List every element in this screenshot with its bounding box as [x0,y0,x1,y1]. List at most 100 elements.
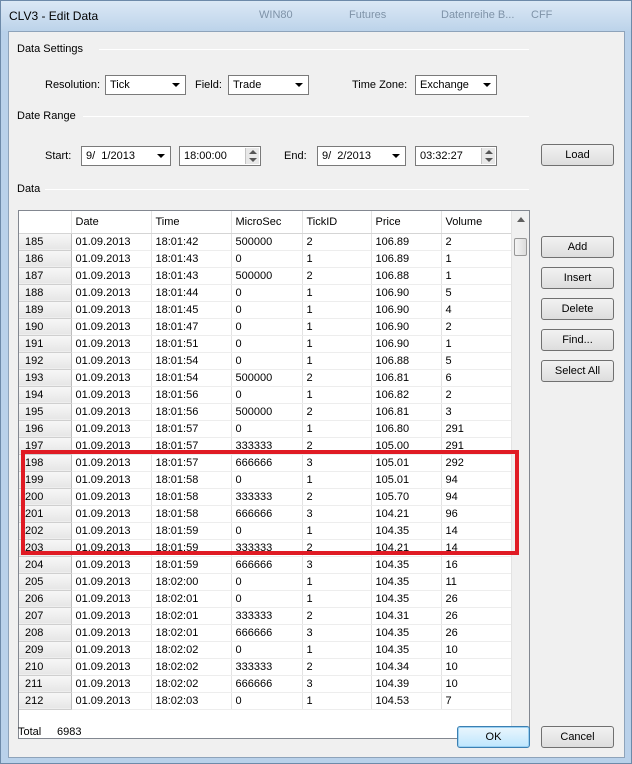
table-cell[interactable]: 1 [302,692,372,710]
table-cell[interactable]: 01.09.2013 [71,420,152,438]
table-row[interactable]: 209 01.09.2013 18:02:02 0 1 104.35 10 [19,641,512,659]
table-cell[interactable]: 01.09.2013 [71,556,152,574]
table-cell[interactable]: 01.09.2013 [71,284,152,302]
table-cell[interactable]: 01.09.2013 [71,573,152,591]
table-row[interactable]: 207 01.09.2013 18:02:01 333333 2 104.31 26 [19,607,512,625]
table-cell[interactable]: 18:01:56 [151,386,232,404]
table-cell[interactable]: 104.39 [371,675,442,693]
table-cell[interactable]: 106.81 [371,403,442,421]
table-cell[interactable]: 01.09.2013 [71,386,152,404]
table-cell[interactable]: 500000 [231,403,303,421]
table-cell[interactable]: 18:01:58 [151,471,232,489]
table-cell[interactable]: 2 [302,488,372,506]
table-cell[interactable]: 104.31 [371,607,442,625]
table-row[interactable]: 188 01.09.2013 18:01:44 0 1 106.90 5 [19,284,512,302]
table-cell[interactable]: 0 [231,420,303,438]
table-cell[interactable]: 01.09.2013 [71,658,152,676]
table-cell[interactable]: 18:01:59 [151,522,232,540]
row-header[interactable]: 201 [19,505,72,523]
row-header[interactable]: 197 [19,437,72,455]
table-row[interactable]: 197 01.09.2013 18:01:57 333333 2 105.00 291 [19,437,512,455]
table-row[interactable]: 200 01.09.2013 18:01:58 333333 2 105.70 94 [19,488,512,506]
field-select[interactable]: Trade [228,75,309,95]
table-cell[interactable]: 96 [441,505,512,523]
table-cell[interactable]: 5 [441,284,512,302]
table-cell[interactable]: 106.90 [371,335,442,353]
find-button[interactable]: Find... [541,329,614,351]
table-cell[interactable]: 1 [302,301,372,319]
table-cell[interactable]: 6 [441,369,512,387]
table-cell[interactable]: 3 [441,403,512,421]
insert-button[interactable]: Insert [541,267,614,289]
table-cell[interactable]: 01.09.2013 [71,335,152,353]
table-cell[interactable]: 18:02:02 [151,675,232,693]
table-cell[interactable]: 105.00 [371,437,442,455]
start-time-field[interactable]: 18:00:00 [179,146,261,166]
row-header[interactable]: 209 [19,641,72,659]
table-row[interactable]: 208 01.09.2013 18:02:01 666666 3 104.35 26 [19,624,512,642]
table-cell[interactable]: 2 [441,233,512,251]
end-time-field[interactable]: 03:32:27 [415,146,497,166]
table-cell[interactable]: 01.09.2013 [71,301,152,319]
column-header-date[interactable]: Date [71,211,152,234]
table-cell[interactable]: 01.09.2013 [71,641,152,659]
table-cell[interactable]: 18:01:43 [151,250,232,268]
row-header[interactable]: 206 [19,590,72,608]
table-cell[interactable]: 105.01 [371,454,442,472]
select-all-button[interactable]: Select All [541,360,614,382]
table-cell[interactable]: 0 [231,573,303,591]
table-cell[interactable]: 18:01:47 [151,318,232,336]
table-cell[interactable]: 0 [231,641,303,659]
table-cell[interactable]: 1 [441,335,512,353]
table-cell[interactable]: 18:01:59 [151,539,232,557]
column-header-price[interactable]: Price [371,211,442,234]
table-row[interactable]: 194 01.09.2013 18:01:56 0 1 106.82 2 [19,386,512,404]
table-cell[interactable]: 291 [441,420,512,438]
table-cell[interactable]: 01.09.2013 [71,437,152,455]
table-row[interactable]: 202 01.09.2013 18:01:59 0 1 104.35 14 [19,522,512,540]
table-cell[interactable]: 105.70 [371,488,442,506]
table-row[interactable]: 191 01.09.2013 18:01:51 0 1 106.90 1 [19,335,512,353]
table-cell[interactable]: 291 [441,437,512,455]
table-cell[interactable]: 18:01:58 [151,488,232,506]
table-cell[interactable]: 26 [441,590,512,608]
table-cell[interactable]: 01.09.2013 [71,488,152,506]
row-header[interactable]: 186 [19,250,72,268]
table-cell[interactable]: 18:01:57 [151,420,232,438]
table-cell[interactable]: 16 [441,556,512,574]
table-cell[interactable]: 2 [441,318,512,336]
table-cell[interactable]: 0 [231,471,303,489]
row-header[interactable]: 210 [19,658,72,676]
table-cell[interactable]: 104.35 [371,641,442,659]
table-cell[interactable]: 4 [441,301,512,319]
row-header[interactable]: 193 [19,369,72,387]
table-cell[interactable]: 2 [302,437,372,455]
table-cell[interactable]: 7 [441,692,512,710]
table-cell[interactable]: 18:01:56 [151,403,232,421]
table-cell[interactable]: 0 [231,301,303,319]
table-cell[interactable]: 2 [302,607,372,625]
title-bar[interactable]: CLV3 - Edit Data WIN80 Futures Datenreih… [1,1,631,31]
table-row[interactable]: 198 01.09.2013 18:01:57 666666 3 105.01 292 [19,454,512,472]
table-row[interactable]: 185 01.09.2013 18:01:42 500000 2 106.89 2 [19,233,512,251]
table-cell[interactable]: 18:01:42 [151,233,232,251]
table-cell[interactable]: 01.09.2013 [71,403,152,421]
table-cell[interactable]: 3 [302,505,372,523]
table-row[interactable]: 204 01.09.2013 18:01:59 666666 3 104.35 16 [19,556,512,574]
table-cell[interactable]: 1 [302,335,372,353]
row-header[interactable]: 208 [19,624,72,642]
row-header[interactable]: 185 [19,233,72,251]
table-cell[interactable]: 18:02:01 [151,590,232,608]
table-cell[interactable]: 01.09.2013 [71,522,152,540]
table-cell[interactable]: 1 [302,573,372,591]
load-button[interactable]: Load [541,144,614,166]
table-row[interactable]: 211 01.09.2013 18:02:02 666666 3 104.39 10 [19,675,512,693]
table-cell[interactable]: 3 [302,624,372,642]
table-row[interactable]: 212 01.09.2013 18:02:03 0 1 104.53 7 [19,692,512,710]
table-cell[interactable]: 1 [302,318,372,336]
table-cell[interactable]: 106.90 [371,318,442,336]
table-cell[interactable]: 18:01:57 [151,454,232,472]
table-cell[interactable]: 18:02:02 [151,641,232,659]
row-header[interactable]: 196 [19,420,72,438]
end-date-picker[interactable]: 9/ 2/2013 [317,146,406,166]
